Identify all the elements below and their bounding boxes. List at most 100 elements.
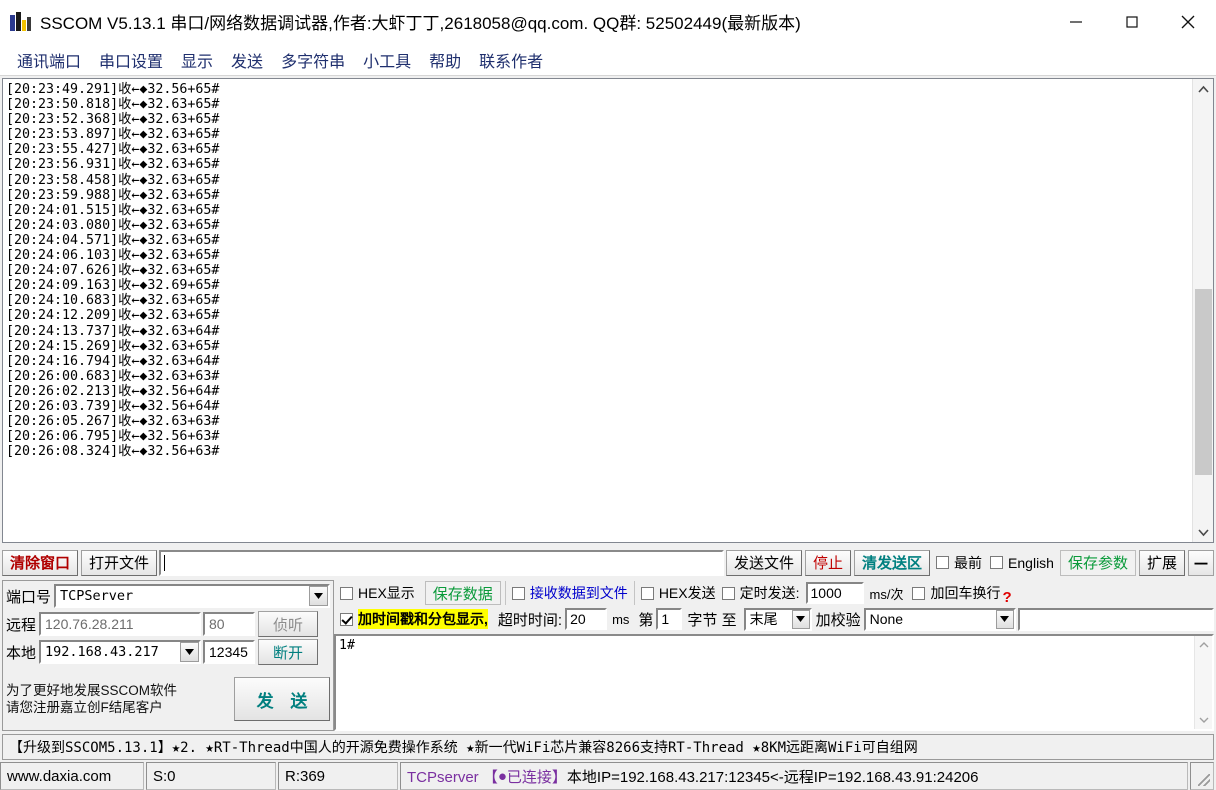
timed-send-interval-input[interactable]: 1000 [805,582,864,604]
receive-log-scrollbar[interactable] [1192,79,1213,542]
open-file-button[interactable]: 打开文件 [81,549,158,576]
connected-dot-icon: ● [497,767,507,785]
menu-item-comm-port[interactable]: 通讯端口 [8,46,90,74]
remote-port-input[interactable]: 80 [203,612,256,636]
log-line: [20:26:02.213]收←◆32.56+64# [6,383,220,399]
log-line: [20:24:10.683]收←◆32.63+65# [6,293,220,309]
send-textarea-scrollbar[interactable] [1194,636,1212,729]
receive-log-text[interactable]: [20:23:49.291]收←◆32.56+65# [20:23:50.818]… [3,79,1192,542]
connection-panel: 端口号 TCPServer 远程 120.76.28.211 80 侦听 本地 … [2,580,334,731]
text-caret [164,554,166,571]
chevron-down-icon[interactable] [791,609,810,629]
save-data-button[interactable]: 保存数据 [424,581,501,605]
save-params-button[interactable]: 保存参数 [1059,549,1136,576]
clear-send-area-button[interactable]: 清发送区 [854,549,931,576]
timestamp-checkbox[interactable]: 加时间戳和分包显示, [340,606,488,632]
status-connection-detail: 本地IP=192.168.43.217:12345<-远程IP=192.168.… [566,768,979,786]
menu-item-contact-author[interactable]: 联系作者 [470,46,552,74]
scrollbar-thumb[interactable] [1195,289,1212,476]
remote-ip-input[interactable]: 120.76.28.211 [39,612,202,636]
send-button[interactable]: 发 送 [234,677,330,721]
send-textarea[interactable]: 1# [336,636,1194,729]
menu-item-tools[interactable]: 小工具 [354,46,420,74]
hex-send-checkbox-box[interactable] [640,586,654,600]
log-line: [20:23:56.931]收←◆32.63+65# [6,157,220,173]
chevron-down-icon[interactable] [309,586,328,606]
timeout-input[interactable]: 20 [565,608,608,630]
send-textarea-panel: 1# [334,634,1214,731]
stop-button[interactable]: 停止 [805,549,852,576]
recv-to-file-checkbox-box[interactable] [511,586,525,600]
checksum-select[interactable]: None [863,607,1016,631]
hex-display-checkbox-box[interactable] [340,586,353,600]
disconnect-button[interactable]: 断开 [258,639,319,665]
listen-button[interactable]: 侦听 [258,611,319,637]
window-controls [1048,0,1216,44]
options-panel: HEX显示 保存数据 接收数据到文件 HEX发送 定时发送: 1000 ms/次… [334,580,1214,731]
crlf-checkbox-box[interactable] [912,586,926,600]
timestamp-checkbox-box[interactable] [340,612,353,626]
english-checkbox-box[interactable] [990,556,1004,569]
chevron-down-icon[interactable] [995,609,1014,629]
window-title: SSCOM V5.13.1 串口/网络数据调试器,作者:大虾丁丁,2618058… [40,14,801,33]
scroll-down-icon[interactable] [1193,522,1213,542]
file-path-input[interactable] [159,549,724,576]
byte-to-select[interactable]: 末尾 [743,607,812,631]
menu-item-send[interactable]: 发送 [222,46,272,74]
hex-display-checkbox[interactable]: HEX显示 [340,580,415,606]
checksum-extra-input[interactable] [1017,607,1214,631]
byte-mid-label: 字节 至 [687,611,737,629]
crlf-checkbox[interactable]: 加回车换行 [912,580,1000,606]
english-checkbox[interactable]: English [990,555,1054,571]
close-button[interactable] [1160,0,1216,44]
byte-from-input[interactable]: 1 [656,608,683,630]
topmost-checkbox-box[interactable] [936,556,950,569]
checksum-value: None [869,611,904,627]
extend-button[interactable]: 扩展 [1138,549,1185,576]
status-received-count: R:369 [278,762,398,790]
clear-window-button[interactable]: 清除窗口 [2,549,79,576]
timed-send-checkbox[interactable]: 定时发送: [721,580,800,606]
resize-grip[interactable] [1190,762,1214,790]
local-port-input[interactable]: 12345 [203,640,256,664]
log-line: [20:23:53.897]收←◆32.63+65# [6,127,220,143]
port-select[interactable]: TCPServer [54,584,330,608]
topmost-checkbox[interactable]: 最前 [936,553,982,573]
divider [633,581,635,605]
menu-item-serial-settings[interactable]: 串口设置 [90,46,172,74]
byte-to-value: 末尾 [749,611,778,627]
log-line: [20:24:16.794]收←◆32.63+64# [6,353,220,369]
promo-banner[interactable]: 【升级到SSCOM5.13.1】★2. ★RT-Thread中国人的开源免费操作… [2,734,1214,760]
registration-promo: 为了更好地发展SSCOM软件 请您注册嘉立创F结尾客户 发 送 [6,670,330,728]
send-file-button[interactable]: 发送文件 [726,549,803,576]
maximize-button[interactable] [1104,0,1160,44]
remote-label: 远程 [6,616,37,634]
collapse-panel-button[interactable]: － [1188,549,1214,576]
menu-item-help[interactable]: 帮助 [420,46,470,74]
scroll-up-icon[interactable] [1195,636,1212,654]
menu-item-multi-string[interactable]: 多字符串 [272,46,354,74]
scroll-down-icon[interactable] [1195,711,1212,729]
scrollbar-track[interactable] [1193,99,1213,522]
log-line: [20:26:08.324]收←◆32.56+63# [6,444,220,460]
hex-send-checkbox[interactable]: HEX发送 [640,580,716,606]
chevron-down-icon[interactable] [180,642,200,662]
status-website[interactable]: www.daxia.com [0,762,144,790]
local-ip-select[interactable]: 192.168.43.217 [39,640,202,664]
log-line: [20:26:00.683]收←◆32.63+63# [6,368,220,384]
minimize-button[interactable] [1048,0,1104,44]
scroll-up-icon[interactable] [1193,79,1213,99]
log-line: [20:23:59.988]收←◆32.63+65# [6,187,220,203]
help-icon[interactable]: ? [1002,589,1011,606]
log-line: [20:24:12.209]收←◆32.63+65# [6,308,220,324]
log-line: [20:24:01.515]收←◆32.63+65# [6,202,220,218]
log-line: [20:26:06.795]收←◆32.56+63# [6,429,220,445]
status-connection-info: TCPserver 【● 已连接】 本地IP=192.168.43.217:1234… [400,762,1188,790]
timed-send-label: 定时发送: [739,585,800,601]
timed-send-checkbox-box[interactable] [721,586,735,600]
log-line: [20:23:58.458]收←◆32.63+65# [6,172,220,188]
recv-to-file-checkbox[interactable]: 接收数据到文件 [511,580,628,606]
log-line: [20:24:07.626]收←◆32.63+65# [6,263,220,279]
send-toolbar: 清除窗口 打开文件 发送文件 停止 清发送区 最前 English 保存参数 扩… [2,547,1214,578]
menu-item-display[interactable]: 显示 [172,46,222,74]
